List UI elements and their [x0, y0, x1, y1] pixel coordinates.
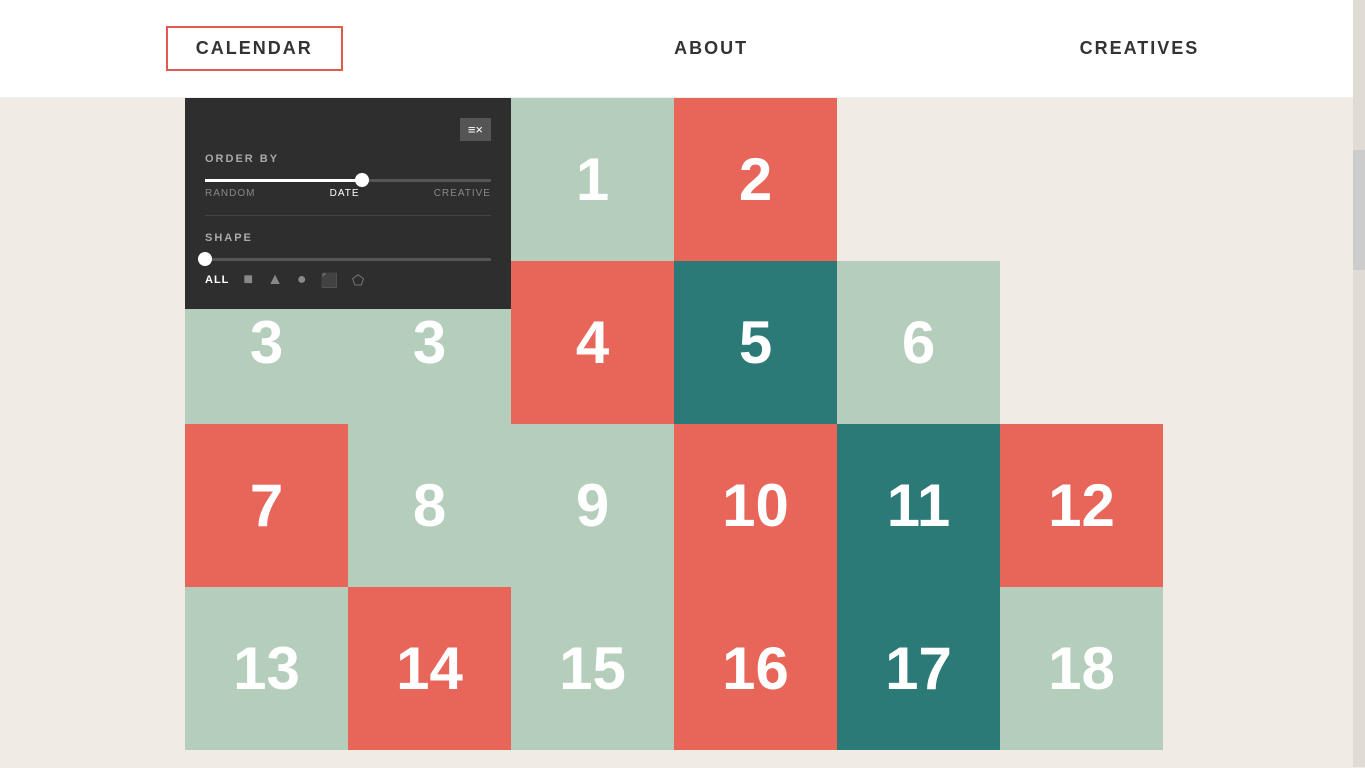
pentagon-shape-icon[interactable]: ⬠	[352, 272, 364, 289]
day-14-num: 14	[396, 634, 463, 703]
empty-r2c6	[1000, 261, 1163, 424]
order-fill	[205, 179, 362, 182]
day-17-num: 17	[885, 634, 952, 703]
circle-shape-icon[interactable]: ●	[297, 271, 307, 289]
divider	[205, 215, 491, 216]
filter-header-row: ≡×	[205, 118, 491, 141]
filter-toggle-button[interactable]: ≡×	[460, 118, 491, 141]
scrollbar[interactable]	[1353, 0, 1365, 767]
day-7-num: 7	[250, 471, 283, 540]
day-13-cell[interactable]: 13	[185, 587, 348, 750]
day-3-num: 3	[250, 308, 283, 377]
filter-panel-overlay: ≡× ORDER BY RANDOM DATE CREATIVE SHAPE A…	[185, 98, 511, 309]
empty-r1c6	[1000, 98, 1163, 261]
shape-slider-2	[205, 258, 491, 261]
scrollbar-thumb[interactable]	[1353, 150, 1365, 270]
day-6-num: 6	[902, 308, 935, 377]
day-11-cell[interactable]: 11	[837, 424, 1000, 587]
day-3b-num: 3	[413, 308, 446, 377]
day-4-cell[interactable]: 4	[511, 261, 674, 424]
label-creative-2: CREATIVE	[434, 188, 491, 199]
nav-calendar[interactable]: CALENDAR	[166, 26, 343, 71]
day-18-num: 18	[1048, 634, 1115, 703]
day-13-num: 13	[233, 634, 300, 703]
nav-creatives[interactable]: CREATIVES	[1080, 38, 1200, 59]
rounded-shape-icon[interactable]: ⬛	[321, 272, 338, 289]
square-shape-icon[interactable]: ■	[243, 271, 253, 289]
day-16-num: 16	[722, 634, 789, 703]
day-14-cell[interactable]: 14	[348, 587, 511, 750]
day-11-num: 11	[887, 471, 950, 540]
label-date-2: DATE	[330, 188, 360, 199]
label-random-2: RANDOM	[205, 188, 255, 199]
order-labels: RANDOM DATE CREATIVE	[205, 188, 491, 199]
day-1-cell[interactable]: 1	[511, 98, 674, 261]
day-6-cell[interactable]: 6	[837, 261, 1000, 424]
day-8-num: 8	[413, 471, 446, 540]
shape-label-2: SHAPE	[205, 232, 491, 244]
day-17-cell[interactable]: 17	[837, 587, 1000, 750]
day-18-cell[interactable]: 18	[1000, 587, 1163, 750]
nav-about[interactable]: ABOUT	[674, 38, 748, 59]
header: CALENDAR ABOUT CREATIVES	[0, 0, 1365, 98]
day-1-num: 1	[576, 145, 609, 214]
page-wrapper: ≡× ORDER BY RANDOM DATE CREATIVE SHAPE A…	[0, 98, 1365, 768]
shape-icons-row-2: ALL ■ ▲ ● ⬛ ⬠	[205, 271, 491, 289]
day-10-num: 10	[722, 471, 789, 540]
order-slider-2: RANDOM DATE CREATIVE	[205, 179, 491, 199]
day-15-num: 15	[559, 634, 626, 703]
day-5-num: 5	[739, 308, 772, 377]
shape-thumb[interactable]	[198, 252, 212, 266]
day-8-cell[interactable]: 8	[348, 424, 511, 587]
order-thumb[interactable]	[355, 173, 369, 187]
day-4-num: 4	[576, 308, 609, 377]
nav: CALENDAR ABOUT CREATIVES	[0, 26, 1365, 71]
triangle-shape-icon[interactable]: ▲	[267, 271, 283, 289]
day-7-cell[interactable]: 7	[185, 424, 348, 587]
day-12-cell[interactable]: 12	[1000, 424, 1163, 587]
day-2-cell[interactable]: 2	[674, 98, 837, 261]
day-15-cell[interactable]: 15	[511, 587, 674, 750]
day-10-cell[interactable]: 10	[674, 424, 837, 587]
day-16-cell[interactable]: 16	[674, 587, 837, 750]
day-9-cell[interactable]: 9	[511, 424, 674, 587]
empty-r1c5	[837, 98, 1000, 261]
order-by-label-2: ORDER BY	[205, 153, 491, 165]
day-12-num: 12	[1048, 471, 1115, 540]
day-9-num: 9	[576, 471, 609, 540]
all-label: ALL	[205, 274, 229, 286]
day-5-cell[interactable]: 5	[674, 261, 837, 424]
day-2-num: 2	[739, 145, 772, 214]
